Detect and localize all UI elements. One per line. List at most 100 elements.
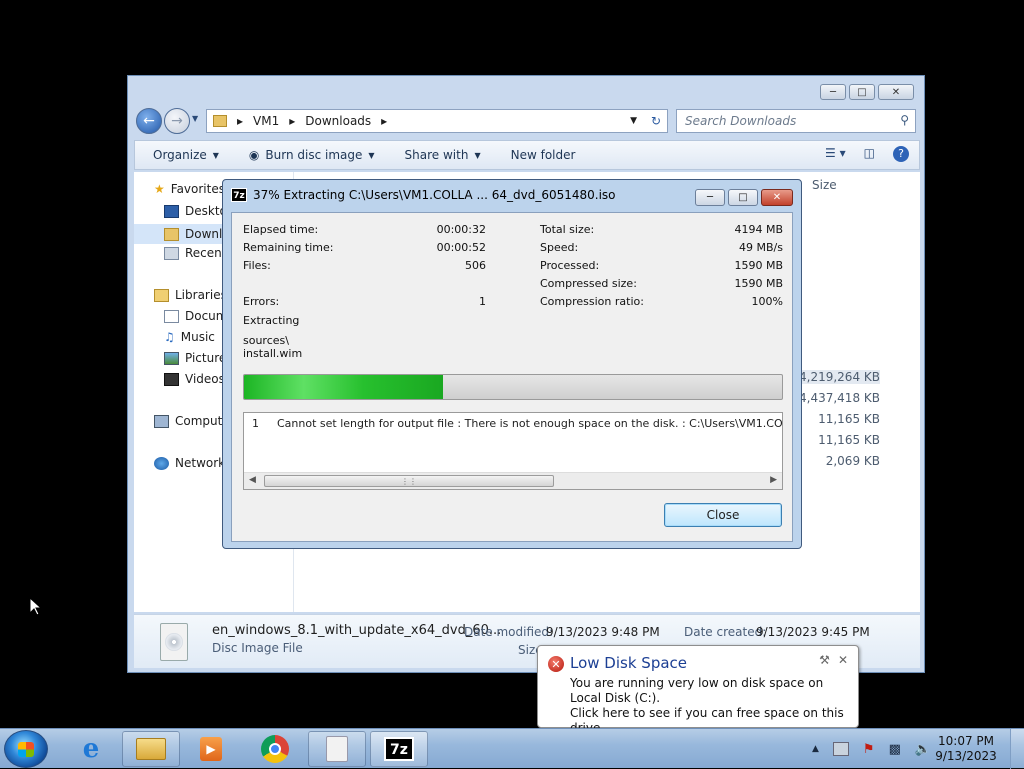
chevron-down-icon: ▼ — [212, 150, 219, 160]
extracting-label: Extracting — [243, 314, 300, 327]
notification-message-line1: You are running very low on disk space o… — [570, 676, 824, 705]
close-button[interactable]: Close — [664, 503, 782, 527]
7zip-icon: 7z — [384, 737, 414, 761]
dialog-maximize-button[interactable]: □ — [728, 189, 758, 206]
notification-message[interactable]: You are running very low on disk space o… — [570, 676, 855, 736]
folder-icon — [136, 738, 166, 760]
scrollbar-thumb[interactable]: ⋮⋮ — [264, 475, 554, 487]
minimize-button[interactable]: ─ — [820, 84, 846, 100]
search-placeholder: Search Downloads — [685, 114, 797, 128]
recent-pages-chevron-icon[interactable]: ▼ — [192, 114, 198, 123]
share-label: Share with — [404, 148, 469, 162]
nav-label: Favorites — [170, 182, 225, 196]
view-controls: ☰ ▾ ◫ ? — [825, 146, 909, 162]
close-icon[interactable]: ✕ — [838, 653, 848, 667]
compression-ratio-label: Compression ratio: — [540, 295, 644, 308]
taskbar: e ▶ 7z ▲ ⚑ ▩ 🔈 10:07 PM 9/13/2023 — [0, 728, 1024, 769]
preview-pane-icon[interactable]: ◫ — [864, 146, 875, 162]
breadcrumb-chevron-icon: ▸ — [381, 114, 388, 128]
videos-icon — [164, 372, 179, 386]
dialog-title-bar: 7z 37% Extracting C:\Users\VM1.COLLA ...… — [231, 188, 616, 202]
libraries-icon — [154, 288, 169, 302]
7zip-app-icon: 7z — [231, 188, 247, 202]
star-icon: ★ — [154, 182, 165, 196]
low-disk-space-icon[interactable] — [832, 742, 849, 756]
processed-value: 1590 MB — [734, 259, 783, 272]
organize-button[interactable]: Organize ▼ — [153, 148, 219, 162]
taskbar-internet-explorer[interactable]: e — [62, 731, 120, 767]
total-size-label: Total size: — [540, 223, 595, 236]
wrench-icon[interactable]: ⚒ — [819, 653, 830, 667]
notification-title: Low Disk Space — [570, 654, 688, 672]
elapsed-value: 00:00:32 — [436, 223, 486, 236]
chrome-icon — [261, 735, 289, 763]
dialog-window-controls: ─ □ ✕ — [695, 189, 793, 206]
dialog-body: Elapsed time: 00:00:32 Remaining time: 0… — [231, 212, 793, 542]
date-created-label: Date created: — [684, 625, 767, 639]
details-filetype: Disc Image File — [212, 641, 303, 655]
volume-muted-icon[interactable]: 🔈 — [915, 742, 931, 757]
speed-label: Speed: — [540, 241, 579, 254]
taskbar-chrome[interactable] — [246, 731, 304, 767]
system-tray: ▲ ⚑ ▩ 🔈 — [812, 729, 931, 769]
new-folder-label: New folder — [510, 148, 576, 162]
forward-button[interactable]: → — [164, 108, 190, 134]
taskbar-media-player[interactable]: ▶ — [182, 731, 240, 767]
dialog-minimize-button[interactable]: ─ — [695, 189, 725, 206]
start-button[interactable] — [4, 730, 48, 768]
nav-label: Libraries — [175, 288, 227, 302]
close-window-button[interactable]: ✕ — [878, 84, 914, 100]
clock-time: 10:07 PM — [938, 734, 994, 748]
show-desktop-button[interactable] — [1010, 729, 1024, 769]
dialog-close-x-button[interactable]: ✕ — [761, 189, 793, 206]
share-with-button[interactable]: Share with ▼ — [405, 148, 481, 162]
breadcrumb-vm1[interactable]: VM1 — [253, 114, 279, 128]
error-log-list[interactable]: 1 Cannot set length for output file : Th… — [243, 412, 783, 490]
burn-disc-image-button[interactable]: ◉ Burn disc image ▼ — [249, 148, 375, 162]
computer-icon — [154, 414, 169, 428]
speed-value: 49 MB/s — [739, 241, 783, 254]
breadcrumb-downloads[interactable]: Downloads — [305, 114, 371, 128]
horizontal-scrollbar[interactable]: ◀ ⋮⋮ ▶ — [244, 472, 782, 489]
search-input[interactable]: Search Downloads ⚲ — [676, 109, 916, 133]
size-column-header[interactable]: Size — [812, 178, 837, 192]
error-icon: ✕ — [548, 656, 564, 672]
burn-label: Burn disc image — [265, 148, 363, 162]
media-player-icon: ▶ — [200, 737, 222, 761]
address-bar[interactable]: ▸ VM1 ▸ Downloads ▸ ▼ — [206, 109, 668, 133]
errors-label: Errors: — [243, 295, 280, 308]
breadcrumb-chevron-icon: ▸ — [289, 114, 296, 128]
search-icon[interactable]: ⚲ — [900, 113, 909, 127]
documents-icon — [164, 309, 179, 323]
scroll-right-icon[interactable]: ▶ — [770, 475, 777, 485]
disc-image-icon — [160, 623, 188, 661]
error-log-row[interactable]: 1 Cannot set length for output file : Th… — [252, 417, 782, 430]
extraction-progress-bar — [243, 374, 783, 400]
file-size: 2,069 KB — [825, 454, 880, 468]
clock[interactable]: 10:07 PM 9/13/2023 — [930, 734, 1002, 764]
notification-tools: ⚒ ✕ — [819, 653, 848, 667]
mouse-cursor-icon — [29, 597, 43, 616]
taskbar-file-explorer[interactable] — [122, 731, 180, 767]
low-disk-space-notification[interactable]: ✕ Low Disk Space ⚒ ✕ You are running ver… — [537, 645, 859, 735]
dialog-title: 37% Extracting C:\Users\VM1.COLLA ... 64… — [253, 188, 616, 202]
new-folder-button[interactable]: New folder — [511, 148, 576, 162]
action-center-icon[interactable]: ⚑ — [863, 742, 875, 757]
scroll-left-icon[interactable]: ◀ — [249, 475, 256, 485]
back-button[interactable]: ← — [136, 108, 162, 134]
help-icon[interactable]: ? — [893, 146, 909, 162]
taskbar-disc-image[interactable] — [308, 731, 366, 767]
show-hidden-icons-icon[interactable]: ▲ — [812, 744, 819, 754]
downloads-folder-icon — [164, 227, 179, 241]
network-tray-icon[interactable]: ▩ — [889, 742, 901, 757]
taskbar-7zip[interactable]: 7z — [370, 731, 428, 767]
change-view-icon[interactable]: ☰ ▾ — [825, 146, 846, 162]
chevron-down-icon: ▼ — [474, 150, 481, 160]
maximize-button[interactable]: □ — [849, 84, 875, 100]
file-size: 11,165 KB — [818, 433, 880, 447]
files-label: Files: — [243, 259, 271, 272]
refresh-icon[interactable]: ↻ — [644, 109, 668, 133]
file-size: 4,219,264 KB — [790, 370, 880, 384]
address-dropdown-icon[interactable]: ▼ — [630, 116, 637, 126]
chevron-down-icon: ▼ — [368, 150, 375, 160]
